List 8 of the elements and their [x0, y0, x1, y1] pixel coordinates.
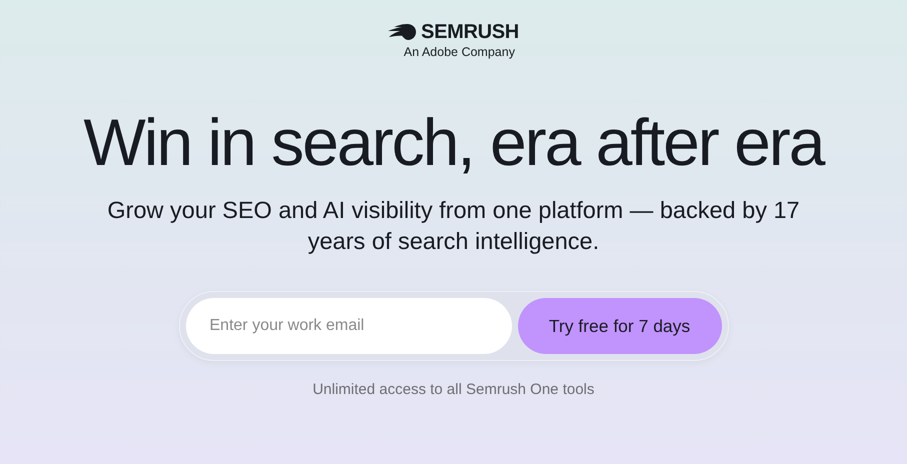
access-note: Unlimited access to all Semrush One tools — [312, 381, 594, 398]
email-field[interactable]: Enter your work email — [186, 298, 512, 354]
headline: Win in search, era after era — [84, 105, 824, 179]
brand-tagline: An Adobe Company — [404, 45, 515, 59]
flame-logo-icon — [388, 24, 416, 40]
brand-name: SEMRUSH — [421, 22, 519, 42]
trial-button[interactable]: Try free for 7 days — [518, 298, 722, 354]
subheadline: Grow your SEO and AI visibility from one platform — backed by 17 years of search intelligence. — [106, 196, 801, 256]
